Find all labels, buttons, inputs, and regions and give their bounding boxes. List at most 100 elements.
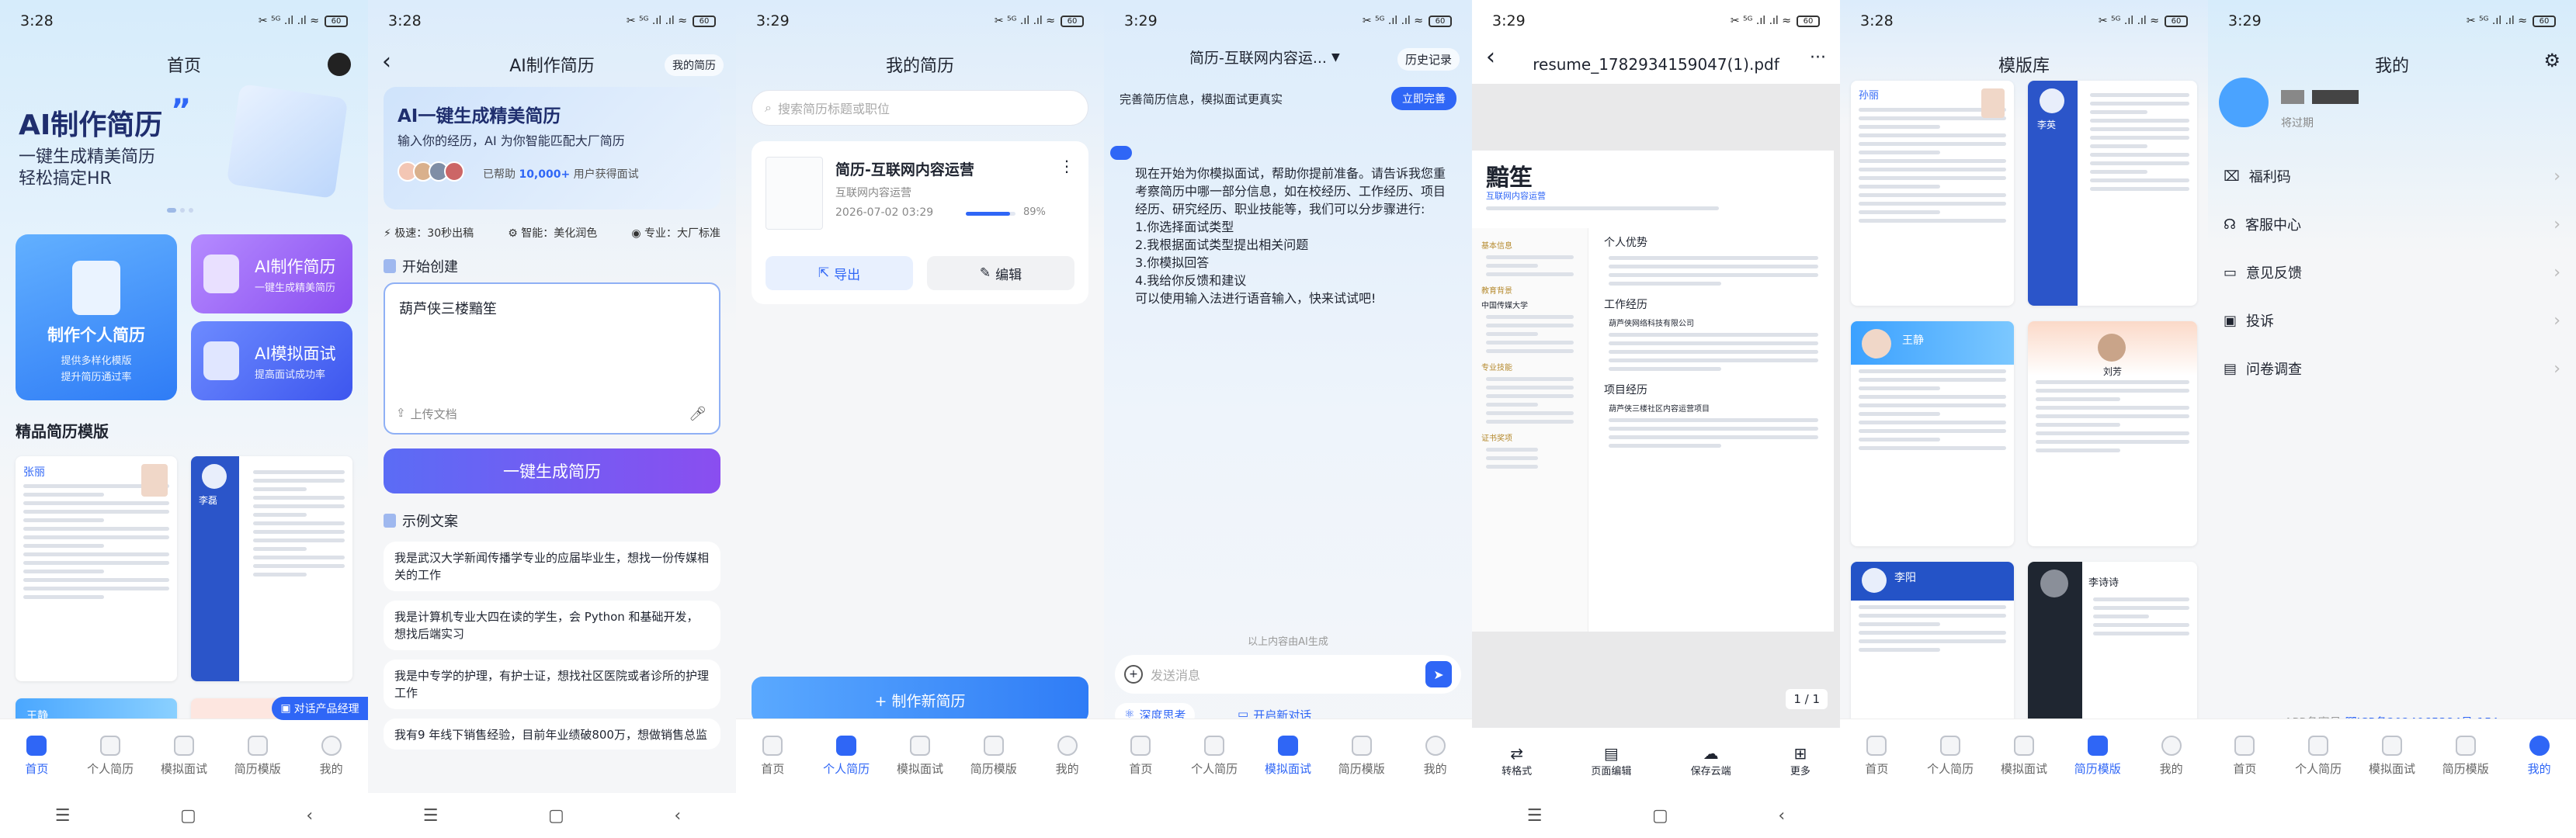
- menu-icon[interactable]: ☰: [423, 806, 439, 826]
- hero-banner[interactable]: AI制作简历 ” 一键生成精美简历 轻松搞定HR: [0, 83, 368, 227]
- tab-templates[interactable]: 简历模版: [1327, 736, 1397, 777]
- example-item[interactable]: 我是武汉大学新闻传播学专业的应届毕业生，想找一份传媒相关的工作: [384, 542, 720, 591]
- export-button[interactable]: ⇱ 导出: [766, 256, 913, 290]
- more-label: 更多: [1790, 765, 1810, 777]
- menu-item-feedback[interactable]: ▭ 意见反馈 ›: [2219, 248, 2565, 296]
- tab-mine[interactable]: 我的: [2505, 736, 2574, 777]
- tab-mine[interactable]: 我的: [297, 736, 366, 777]
- ai-make-card[interactable]: AI制作简历 一键生成精美简历: [191, 234, 352, 313]
- edit-button[interactable]: ✎ 编辑: [927, 256, 1074, 290]
- home-square-icon[interactable]: ▢: [180, 806, 196, 826]
- tab-home[interactable]: 首页: [1106, 736, 1175, 777]
- example-item[interactable]: 我是计算机专业大四在读的学生，会 Python 和基础开发，想找后端实习: [384, 601, 720, 650]
- make-resume-card[interactable]: 制作个人简历 提供多样化模版 提升简历通过率: [16, 234, 177, 400]
- my-resume-link[interactable]: 我的简历: [665, 54, 724, 76]
- page-edit-button[interactable]: ▤ 页面编辑: [1591, 744, 1631, 777]
- template-card[interactable]: 张丽: [16, 456, 177, 681]
- ai-mock-card[interactable]: AI模拟面试 提高面试成功率: [191, 321, 352, 400]
- tab-mine[interactable]: 我的: [2137, 736, 2206, 777]
- generate-button[interactable]: 一键生成简历: [384, 448, 720, 493]
- template-card[interactable]: 孙丽: [1851, 81, 2014, 306]
- tab-interview[interactable]: 模拟面试: [1253, 736, 1323, 777]
- step-1: 1.你选择面试类型: [1135, 220, 1234, 234]
- tab-resume[interactable]: 个人简历: [1915, 736, 1985, 777]
- tab-interview[interactable]: 模拟面试: [149, 736, 219, 777]
- tpl-name: 王静: [1902, 334, 1924, 347]
- signal-icons: ✂ ⁵ᴳ .ıl .ıl ≈: [994, 15, 1055, 27]
- resume-card[interactable]: 简历-互联网内容运营 ⋮ 互联网内容运营 2026-07-02 03:29 89…: [752, 141, 1088, 304]
- tab-resume[interactable]: 个人简历: [2283, 736, 2353, 777]
- more-button[interactable]: ⊞ 更多: [1790, 744, 1810, 777]
- tab-resume[interactable]: 个人简历: [811, 736, 881, 777]
- menu-icon[interactable]: ☰: [55, 806, 71, 826]
- history-button[interactable]: 历史记录: [1397, 48, 1460, 71]
- convert-format-button[interactable]: ⇄ 转格式: [1502, 744, 1532, 777]
- example-item[interactable]: 我有9 年线下销售经验，目前年业绩破800万，想做销售总监: [384, 719, 720, 750]
- home-square-icon[interactable]: ▢: [1652, 806, 1668, 826]
- save-cloud-button[interactable]: ☁ 保存云端: [1691, 744, 1731, 777]
- tab-resume[interactable]: 个人简历: [75, 736, 145, 777]
- make-sub2: 提升简历通过率: [61, 372, 132, 383]
- robot-avatar-icon[interactable]: [328, 53, 351, 76]
- template-card[interactable]: 李英: [2028, 81, 2197, 306]
- tab-mine[interactable]: 我的: [1033, 736, 1102, 777]
- make-new-resume-button[interactable]: + 制作新简历: [752, 677, 1088, 723]
- resume-icon: [1940, 736, 1961, 756]
- pdf-toolbar: ⇄ 转格式 ▤ 页面编辑 ☁ 保存云端 ⊞ 更多: [1472, 728, 1840, 793]
- menu-item-complaint[interactable]: ▣ 投诉 ›: [2219, 296, 2565, 345]
- template-card[interactable]: 王静: [1851, 321, 2014, 546]
- tab-interview[interactable]: 模拟面试: [885, 736, 955, 777]
- menu-item-survey[interactable]: ▤ 问卷调查 ›: [2219, 345, 2565, 393]
- message-input[interactable]: + 发送消息 ➤: [1115, 655, 1461, 694]
- menu-label: 问卷调查: [2246, 362, 2303, 378]
- back-icon[interactable]: ‹: [306, 806, 313, 826]
- add-icon[interactable]: +: [1124, 665, 1143, 684]
- template-card[interactable]: 李磊: [191, 456, 352, 681]
- more-icon[interactable]: ···: [1810, 48, 1826, 68]
- battery-icon: 60: [1797, 15, 1820, 27]
- tab-interview[interactable]: 模拟面试: [1989, 736, 2059, 777]
- tab-resume[interactable]: 个人简历: [1179, 736, 1249, 777]
- home-square-icon[interactable]: ▢: [548, 806, 564, 826]
- tab-templates[interactable]: 简历模版: [223, 736, 293, 777]
- tab-interview[interactable]: 模拟面试: [2357, 736, 2427, 777]
- menu-item-service[interactable]: ☊ 客服中心 ›: [2219, 200, 2565, 248]
- chat-pm-button[interactable]: ▣ 对话产品经理: [272, 697, 368, 720]
- more-icon[interactable]: ⋮: [1059, 157, 1074, 175]
- tab-mine[interactable]: 我的: [1401, 736, 1470, 777]
- tab-bar: 首页 个人简历 模拟面试 简历模版 我的: [736, 719, 1104, 793]
- experience-input[interactable]: 葫芦侠三楼黯笙 ⇪ 上传文档 🎤︎: [384, 282, 720, 435]
- tab-templates[interactable]: 简历模版: [2431, 736, 2501, 777]
- menu-icon[interactable]: ☰: [1527, 806, 1543, 826]
- template-card[interactable]: 李阳: [1851, 562, 2014, 740]
- tab-home[interactable]: 首页: [1842, 736, 1911, 777]
- used-num: 10,000+: [519, 168, 571, 181]
- tpl-name: 李诗诗: [2088, 577, 2119, 589]
- back-icon[interactable]: ‹: [1778, 806, 1785, 826]
- mic-icon[interactable]: 🎤︎: [689, 406, 706, 422]
- pdf-viewer[interactable]: 黯笙 互联网内容运营 基本信息 教育背景 中国传媒大学 专业技能 证书奖项 个人…: [1472, 84, 1840, 728]
- resume-selector[interactable]: 简历-互联网内容运... ▼: [1189, 47, 1340, 68]
- home-icon: [1130, 736, 1151, 756]
- user-icon: [2161, 736, 2182, 756]
- perfect-now-button[interactable]: 立即完善: [1391, 87, 1456, 110]
- back-icon[interactable]: ‹: [1486, 43, 1495, 71]
- tab-templates[interactable]: 简历模版: [959, 736, 1029, 777]
- search-input[interactable]: ⌕ 搜索简历标题或职位: [752, 90, 1088, 126]
- template-card[interactable]: 李诗诗: [2028, 562, 2197, 740]
- tab-home[interactable]: 首页: [2, 736, 71, 777]
- feature-smart-label: 智能：美化润色: [521, 227, 598, 240]
- menu-item-welfare[interactable]: ⌧ 福利码 ›: [2219, 152, 2565, 200]
- tab-home[interactable]: 首页: [738, 736, 807, 777]
- example-item[interactable]: 我是中专学的护理，有护士证，想找社区医院或者诊所的护理工作: [384, 660, 720, 709]
- settings-gear-icon[interactable]: ⚙: [2543, 50, 2560, 71]
- back-icon[interactable]: ‹: [674, 806, 681, 826]
- tab-home[interactable]: 首页: [2210, 736, 2279, 777]
- back-icon[interactable]: ‹: [382, 48, 391, 75]
- upload-doc-button[interactable]: ⇪ 上传文档: [396, 406, 457, 422]
- template-card[interactable]: 刘芳: [2028, 321, 2197, 546]
- send-button[interactable]: ➤: [1425, 661, 1452, 687]
- template-library-screen: 3:28 ✂ ⁵ᴳ .ıl .ıl ≈60 模版库 孙丽 李英 王静 刘芳 李阳 …: [1840, 0, 2208, 838]
- template-icon: [1351, 736, 1372, 756]
- tab-templates[interactable]: 简历模版: [2063, 736, 2133, 777]
